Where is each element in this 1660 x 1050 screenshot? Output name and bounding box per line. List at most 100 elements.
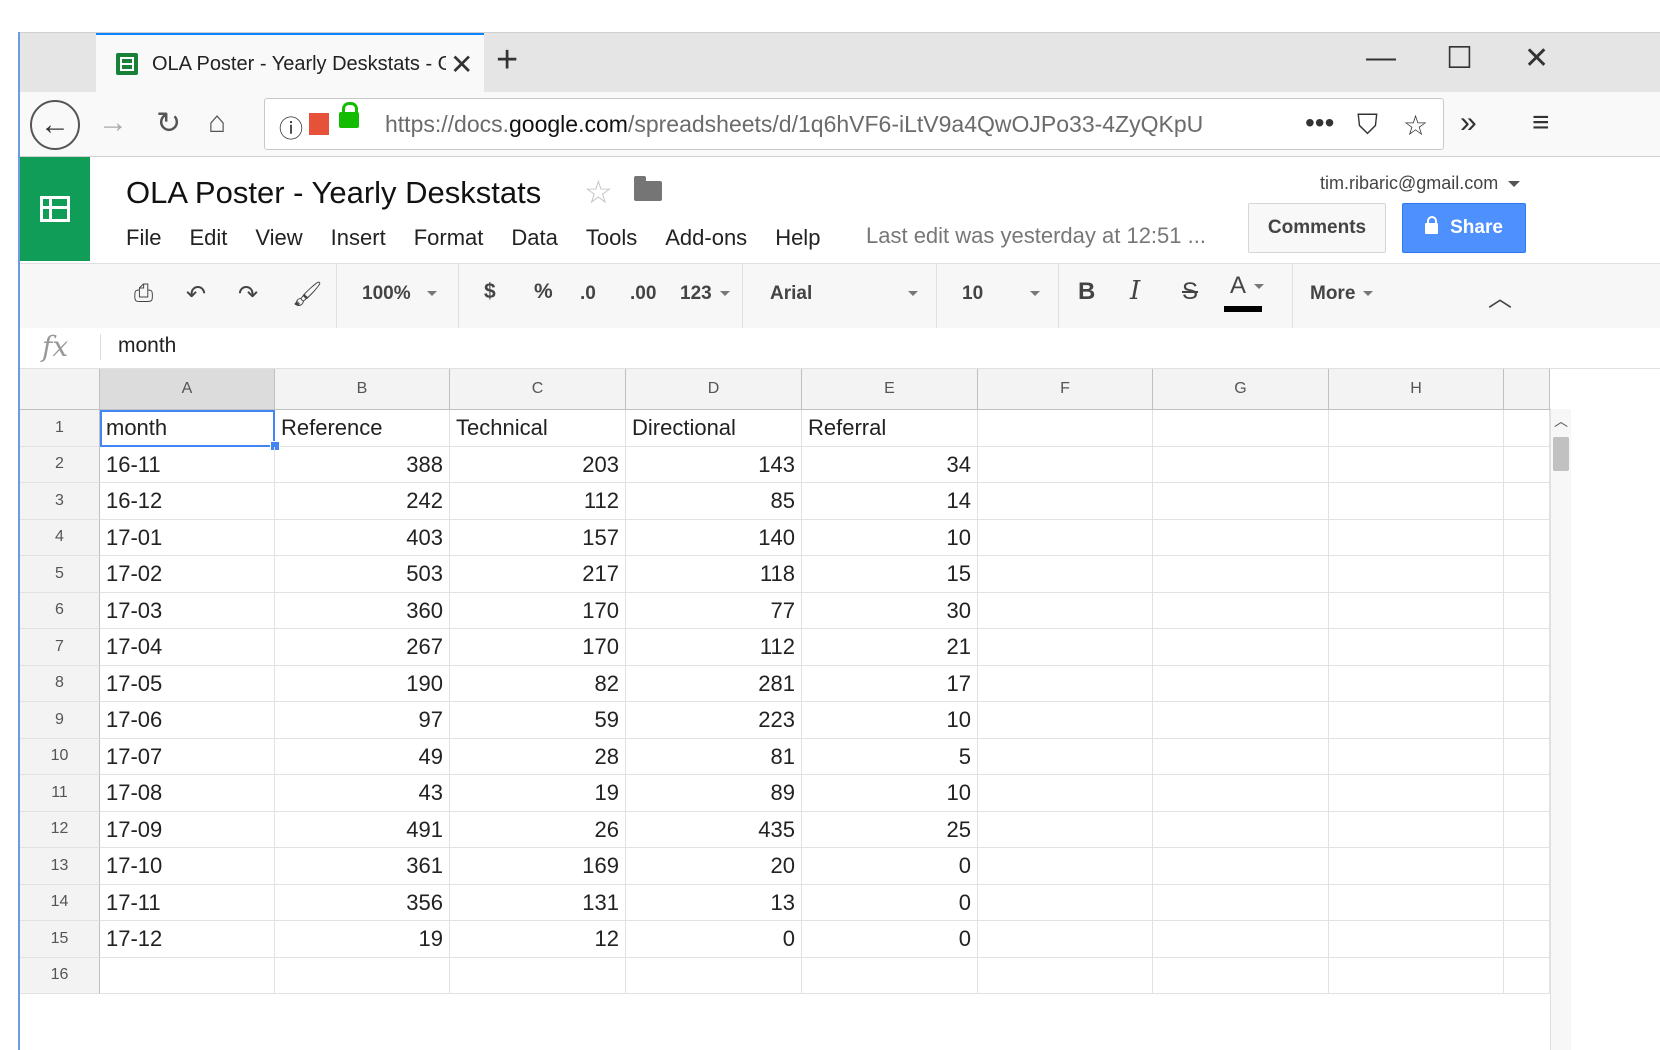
cell[interactable] <box>978 629 1153 666</box>
cell[interactable]: 34 <box>802 446 978 483</box>
cell[interactable]: 170 <box>450 629 626 666</box>
increase-decimal-button[interactable]: .00 <box>630 283 656 305</box>
url-bar[interactable]: ⓘ https://docs.google.com/spreadsheets/d… <box>264 98 1444 150</box>
cell[interactable] <box>1504 848 1550 885</box>
column-header-c[interactable]: C <box>450 369 626 409</box>
cell[interactable]: Referral <box>802 410 978 447</box>
cell[interactable] <box>978 483 1153 520</box>
cell[interactable]: 30 <box>802 592 978 629</box>
cell[interactable]: 169 <box>450 848 626 885</box>
cell[interactable]: 17-06 <box>100 702 275 739</box>
row-number[interactable]: 11 <box>20 775 100 812</box>
cell[interactable]: 89 <box>626 775 802 812</box>
row-number[interactable]: 12 <box>20 811 100 848</box>
cell[interactable]: 59 <box>450 702 626 739</box>
more-icon[interactable]: ••• <box>1305 107 1334 139</box>
cell[interactable] <box>978 738 1153 775</box>
print-icon[interactable]: ⎙ <box>134 280 153 308</box>
redo-icon[interactable]: ↷ <box>238 280 258 309</box>
cell[interactable]: 13 <box>626 884 802 921</box>
cell[interactable]: 190 <box>275 665 450 702</box>
cell[interactable] <box>1153 957 1329 994</box>
cell[interactable]: 82 <box>450 665 626 702</box>
cell[interactable]: 5 <box>802 738 978 775</box>
cell[interactable] <box>1153 921 1329 958</box>
cell[interactable]: 10 <box>802 702 978 739</box>
new-tab-icon[interactable]: + <box>496 39 518 82</box>
row-number[interactable]: 16 <box>20 957 100 994</box>
cell[interactable]: 28 <box>450 738 626 775</box>
cell[interactable]: 360 <box>275 592 450 629</box>
cell[interactable] <box>1329 410 1504 447</box>
maximize-icon[interactable]: ☐ <box>1446 41 1473 76</box>
cell[interactable] <box>1504 665 1550 702</box>
menu-format[interactable]: Format <box>414 225 484 251</box>
cell[interactable]: 242 <box>275 483 450 520</box>
cell[interactable] <box>1153 738 1329 775</box>
cell[interactable]: 140 <box>626 519 802 556</box>
select-all-corner[interactable] <box>20 369 100 409</box>
comments-button[interactable]: Comments <box>1248 203 1386 253</box>
cell[interactable]: 223 <box>626 702 802 739</box>
selected-cell-a1[interactable]: month <box>100 410 275 447</box>
cell[interactable]: 217 <box>450 556 626 593</box>
undo-icon[interactable]: ↶ <box>186 280 206 309</box>
cell[interactable] <box>1329 556 1504 593</box>
cell[interactable]: 12 <box>450 921 626 958</box>
cell[interactable]: 16-11 <box>100 446 275 483</box>
cell[interactable]: 77 <box>626 592 802 629</box>
cell[interactable]: 281 <box>626 665 802 702</box>
cell[interactable] <box>1329 665 1504 702</box>
minimize-icon[interactable]: — <box>1366 41 1396 75</box>
strikethrough-button[interactable]: S <box>1182 278 1198 306</box>
cell[interactable]: 203 <box>450 446 626 483</box>
cell[interactable] <box>1329 775 1504 812</box>
cell[interactable]: 17-10 <box>100 848 275 885</box>
cell[interactable] <box>1153 665 1329 702</box>
cell[interactable] <box>1153 556 1329 593</box>
close-tab-icon[interactable]: ✕ <box>450 48 473 81</box>
cell[interactable] <box>1504 446 1550 483</box>
reload-icon[interactable]: ↻ <box>156 106 181 141</box>
cell[interactable]: 0 <box>626 921 802 958</box>
cell[interactable] <box>1504 702 1550 739</box>
cell[interactable] <box>1329 921 1504 958</box>
cell[interactable]: 17-08 <box>100 775 275 812</box>
cell[interactable] <box>1504 483 1550 520</box>
cell[interactable]: 19 <box>450 775 626 812</box>
cell[interactable] <box>1504 811 1550 848</box>
cell[interactable] <box>275 957 450 994</box>
cell[interactable] <box>1504 957 1550 994</box>
zoom-select[interactable]: 100% <box>362 283 437 305</box>
menu-view[interactable]: View <box>255 225 302 251</box>
folder-icon[interactable] <box>634 176 662 201</box>
cell[interactable]: 10 <box>802 519 978 556</box>
column-header-g[interactable]: G <box>1153 369 1329 409</box>
cell[interactable] <box>1504 921 1550 958</box>
cell[interactable] <box>978 556 1153 593</box>
row-number[interactable]: 6 <box>20 592 100 629</box>
pocket-icon[interactable]: ⛉ <box>1357 109 1378 142</box>
hamburger-menu-icon[interactable]: ≡ <box>1532 106 1550 140</box>
decrease-decimal-button[interactable]: .0 <box>580 283 596 305</box>
cell[interactable] <box>1504 629 1550 666</box>
number-format-select[interactable]: 123 <box>680 283 730 305</box>
cell[interactable] <box>978 775 1153 812</box>
cell[interactable]: 356 <box>275 884 450 921</box>
row-number[interactable]: 1 <box>20 410 100 447</box>
cell[interactable]: 17 <box>802 665 978 702</box>
sheets-logo-icon[interactable] <box>20 157 90 261</box>
cell[interactable]: 20 <box>626 848 802 885</box>
row-number[interactable]: 9 <box>20 702 100 739</box>
cell[interactable] <box>978 848 1153 885</box>
cell[interactable] <box>1153 410 1329 447</box>
font-size-select[interactable]: 10 <box>962 283 1040 305</box>
cell[interactable]: 21 <box>802 629 978 666</box>
cell[interactable] <box>1153 811 1329 848</box>
cell[interactable] <box>1329 848 1504 885</box>
column-header-b[interactable]: B <box>275 369 450 409</box>
cell[interactable] <box>1329 738 1504 775</box>
cell[interactable]: 17-11 <box>100 884 275 921</box>
row-number[interactable]: 15 <box>20 921 100 958</box>
cell[interactable] <box>1329 702 1504 739</box>
